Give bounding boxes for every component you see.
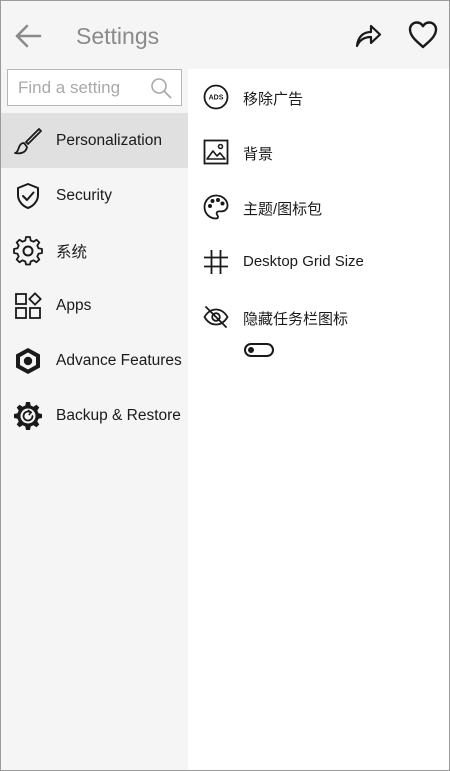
sidebar-item-label: Apps (56, 296, 92, 314)
gear-icon (13, 235, 43, 265)
option-label: 隐藏任务栏图标 (243, 311, 349, 328)
option-label: 主题/图标包 (243, 201, 323, 218)
sidebar-item-advance-features[interactable]: Advance Features (1, 333, 188, 388)
option-label: Desktop Grid Size (243, 253, 364, 270)
favorite-button[interactable] (407, 19, 439, 51)
heart-icon (408, 21, 438, 49)
svg-text:ADS: ADS (209, 95, 224, 102)
search-input[interactable] (18, 76, 148, 100)
sidebar-item-system[interactable]: 系统 (1, 223, 188, 278)
sidebar-item-apps[interactable]: Apps (1, 278, 188, 333)
sidebar-item-personalization[interactable]: Personalization (1, 113, 188, 168)
option-theme-icon-pack[interactable]: 主题/图标包 (188, 179, 449, 234)
page-title: Settings (76, 23, 160, 49)
sidebar: Personalization Security 系统 Apps (1, 69, 188, 770)
sidebar-item-label: Advance Features (56, 351, 182, 369)
ads-circle-icon: ADS (203, 84, 229, 110)
sidebar-item-label: Backup & Restore (56, 406, 181, 424)
sidebar-item-label: 系统 (56, 243, 88, 261)
image-icon (203, 139, 229, 165)
sidebar-item-security[interactable]: Security (1, 168, 188, 223)
option-hide-taskbar-icons[interactable]: 隐藏任务栏图标 (188, 289, 449, 344)
app-window: Settings Personalization (0, 0, 450, 771)
sidebar-item-backup-restore[interactable]: Backup & Restore (1, 388, 188, 443)
settings-panel: ADS 移除广告 背景 主题/图标包 Desktop Grid Size 隐藏任… (188, 69, 449, 770)
sidebar-item-label: Personalization (56, 131, 162, 149)
option-desktop-grid-size[interactable]: Desktop Grid Size (188, 234, 449, 289)
share-button[interactable] (353, 21, 383, 51)
share-arrow-icon (355, 24, 382, 48)
top-bar: Settings (1, 1, 449, 69)
search-box[interactable] (7, 69, 182, 106)
shield-check-icon (17, 182, 39, 209)
hide-taskbar-toggle[interactable] (244, 343, 274, 357)
sidebar-item-label: Security (56, 186, 112, 204)
apps-grid-icon (15, 291, 42, 319)
toggle-knob (248, 347, 254, 353)
option-remove-ads[interactable]: ADS 移除广告 (188, 69, 449, 124)
palette-icon (203, 194, 229, 220)
gear-refresh-icon (14, 401, 42, 430)
grid-icon (204, 250, 228, 274)
option-background[interactable]: 背景 (188, 124, 449, 179)
brush-icon (14, 127, 42, 154)
arrow-left-icon (15, 24, 42, 48)
back-button[interactable] (13, 21, 43, 51)
eye-off-icon (203, 306, 229, 328)
hexagon-dot-icon (16, 347, 40, 374)
option-label: 移除广告 (243, 91, 304, 108)
search-icon[interactable] (150, 77, 172, 99)
option-label: 背景 (243, 146, 274, 163)
